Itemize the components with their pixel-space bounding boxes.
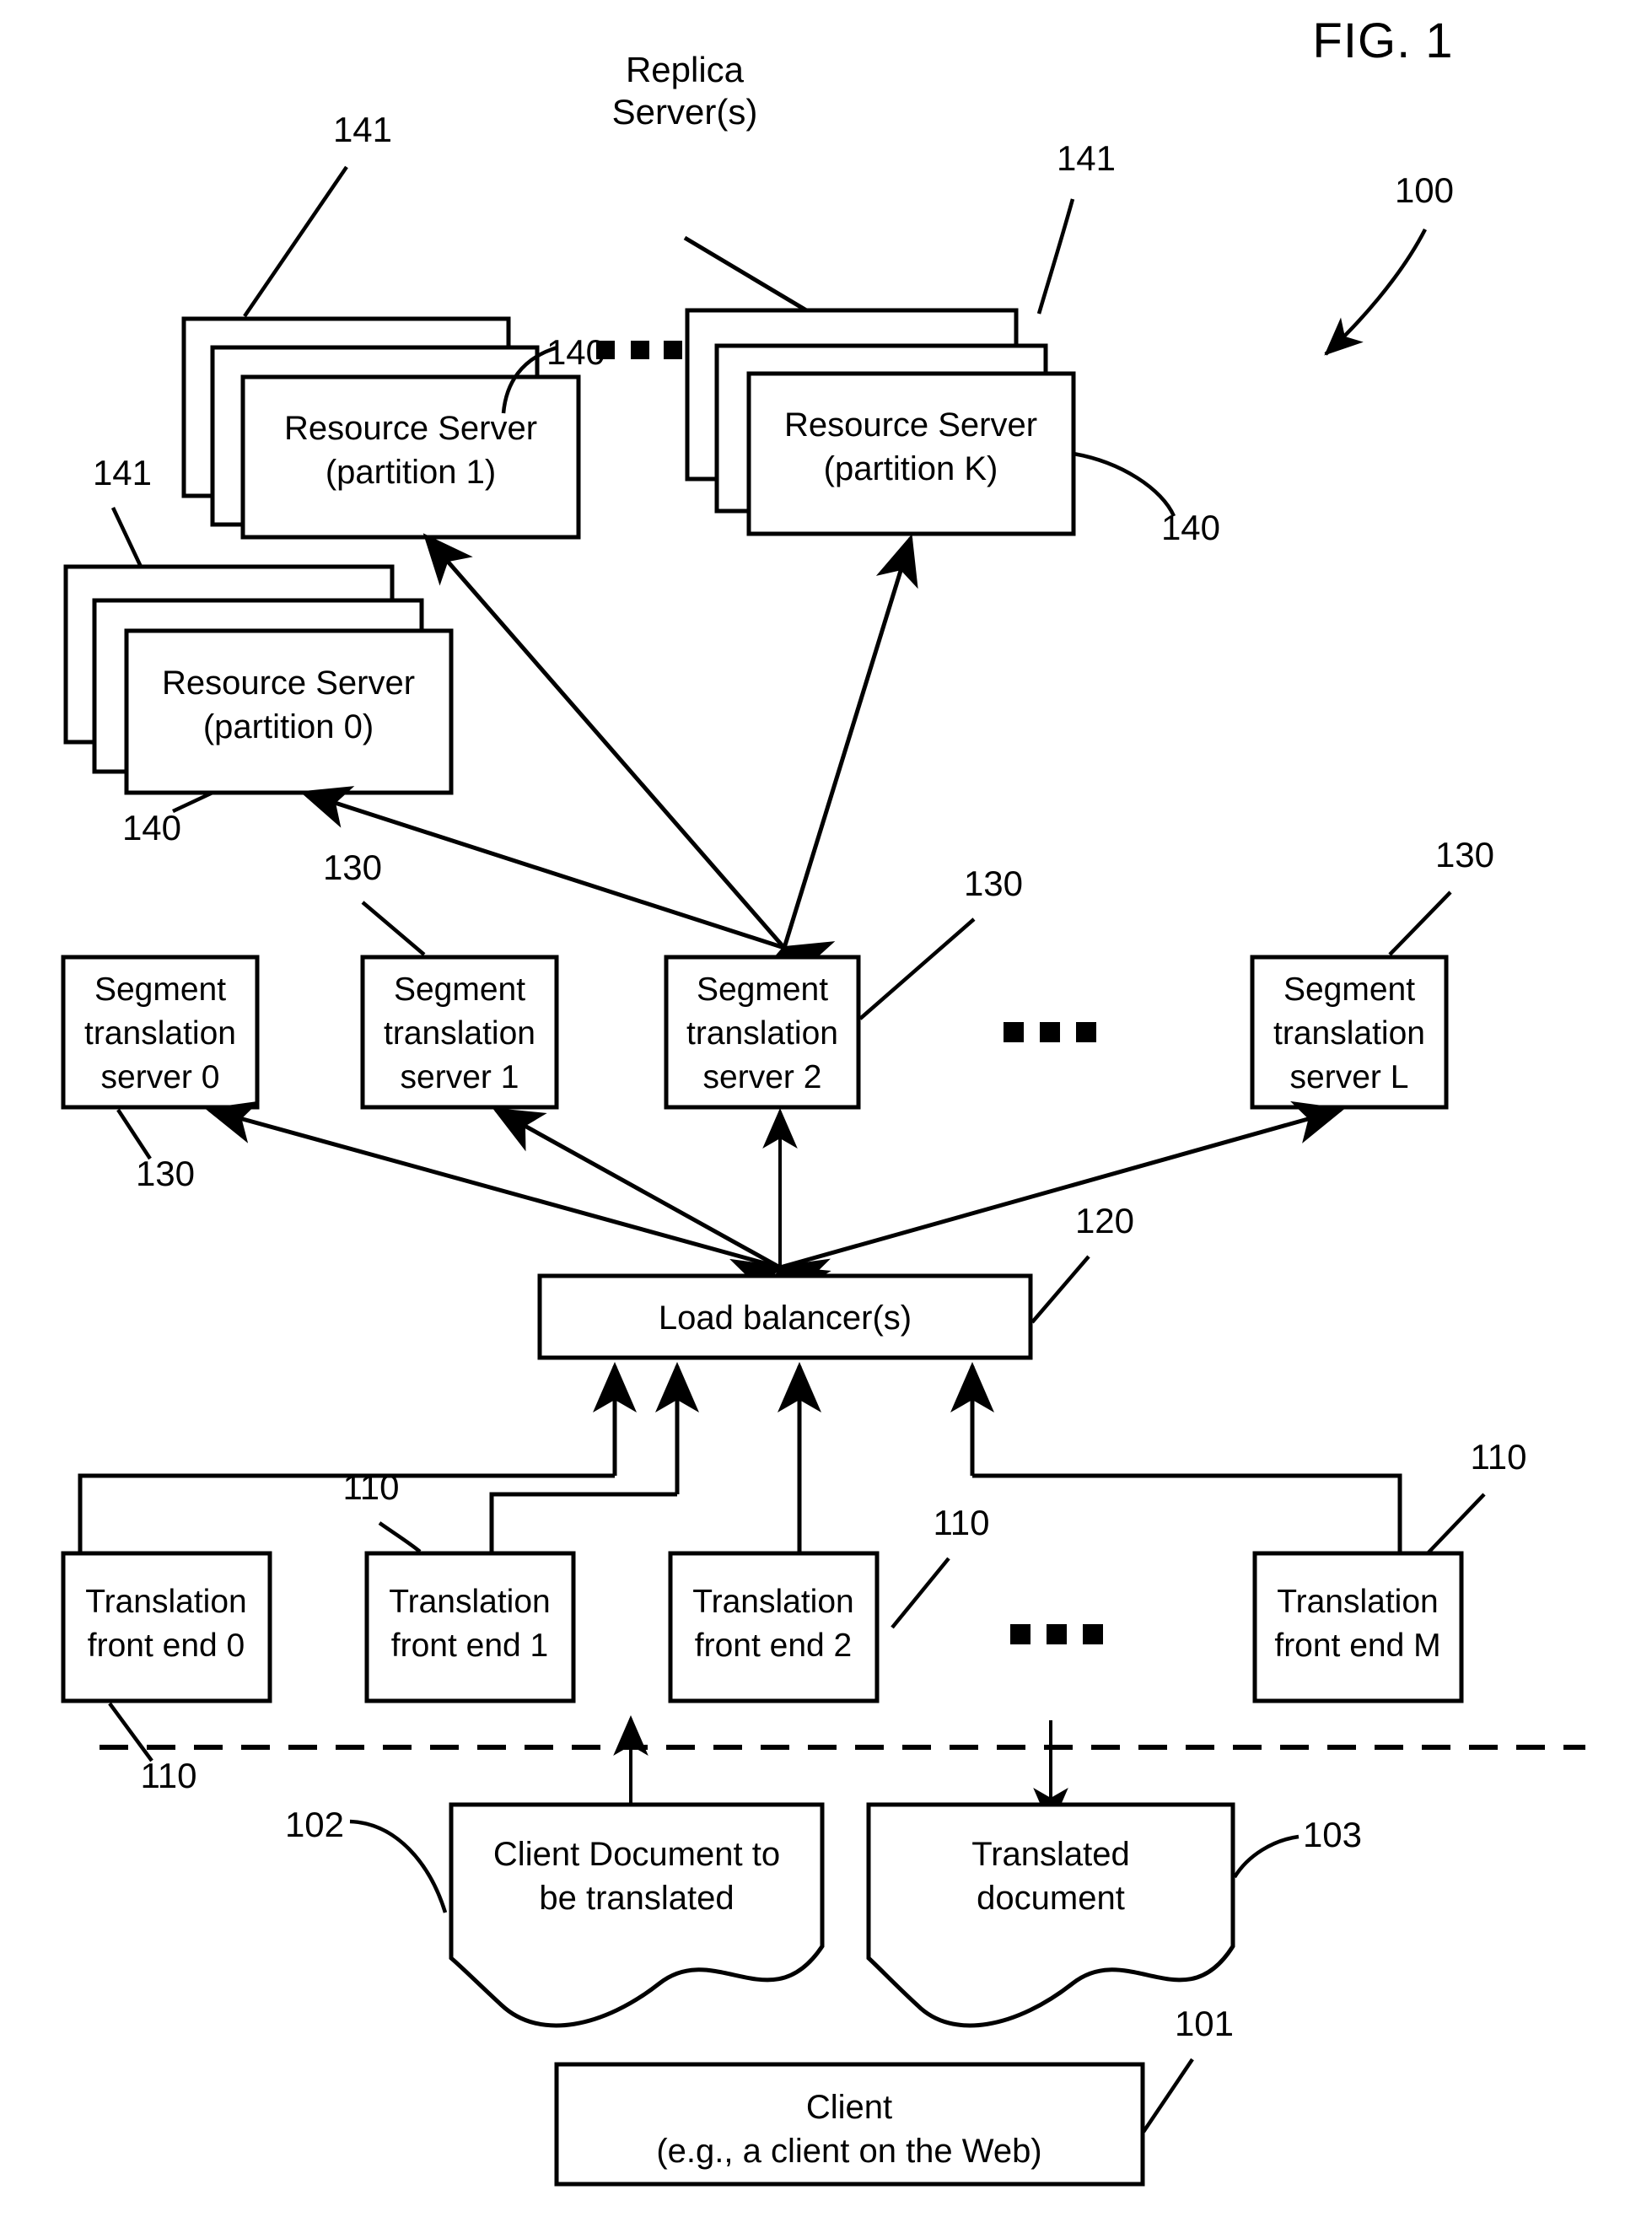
translation-front-end-0-ref-110: 110 bbox=[141, 1756, 197, 1795]
resource-server-p0-ref-141: 141 bbox=[93, 453, 152, 492]
resource-server-pk-ref-141-leader bbox=[1036, 198, 1075, 315]
client-document-line2: be translated bbox=[539, 1880, 734, 1917]
translation-front-end-1-line2: front end 1 bbox=[391, 1628, 548, 1664]
segment-translation-servers-ellipsis bbox=[1004, 1022, 1096, 1042]
client-document-line1: Client Document to bbox=[493, 1836, 780, 1873]
client-label-line1: Client bbox=[806, 2089, 892, 2126]
segment-translation-server-L-line2: translation bbox=[1273, 1015, 1425, 1052]
client-document-ref-leader bbox=[349, 1819, 448, 1913]
load-balancer-label: Load balancer(s) bbox=[659, 1299, 912, 1337]
resource-server-p0-label-line2: (partition 0) bbox=[203, 708, 374, 745]
resource-server-p1-ref-141-leader bbox=[243, 165, 348, 318]
translation-front-end-2-line1: Translation bbox=[692, 1584, 853, 1620]
load-balancer-ref-120: 120 bbox=[1075, 1201, 1134, 1240]
translated-document-ref-leader bbox=[1233, 1834, 1300, 1879]
resource-server-pk-ref-141: 141 bbox=[1057, 138, 1116, 178]
patent-figure-1: FIG. 1 Replica Server(s) 100 Resource Se… bbox=[0, 0, 1652, 2233]
resource-server-p0-ref-140-leader bbox=[172, 790, 213, 814]
translation-front-end-M-ref-110: 110 bbox=[1471, 1437, 1527, 1477]
replica-servers-label-line1: Replica bbox=[626, 50, 745, 89]
segment-translation-server-L-ref-130: 130 bbox=[1435, 835, 1494, 874]
translation-front-end-M-ref-leader bbox=[1426, 1493, 1486, 1555]
translation-front-ends-ellipsis bbox=[1010, 1624, 1103, 1644]
segment-translation-server-0-line2: translation bbox=[84, 1015, 236, 1052]
system-ref-100: 100 bbox=[1395, 170, 1454, 210]
segment-translation-server-1-ref-130: 130 bbox=[323, 847, 382, 887]
resource-server-p0-ref-141-leader bbox=[110, 507, 143, 568]
link-lb-to-sts0 bbox=[205, 1100, 831, 1301]
route-fe1 bbox=[489, 1492, 677, 1553]
resource-server-p0-label-line1: Resource Server bbox=[162, 665, 415, 702]
link-lb-to-stsL bbox=[729, 1100, 1345, 1301]
translation-front-end-M-line2: front end M bbox=[1274, 1628, 1440, 1664]
translation-front-end-2-ref-leader bbox=[891, 1557, 950, 1629]
segment-translation-server-0-ref-leader bbox=[116, 1108, 152, 1160]
resource-server-pk-ref-140-leader bbox=[1073, 451, 1176, 517]
segment-translation-server-1-line2: translation bbox=[384, 1015, 535, 1052]
translation-front-end-1-line1: Translation bbox=[389, 1584, 550, 1620]
segment-translation-server-1-ref-leader bbox=[361, 901, 426, 956]
translated-document-line1: Translated bbox=[971, 1836, 1130, 1873]
translation-front-end-0-line1: Translation bbox=[85, 1584, 246, 1620]
segment-translation-server-1-line3: server 1 bbox=[401, 1059, 519, 1095]
segment-translation-server-0-line1: Segment bbox=[94, 971, 226, 1008]
resource-server-p1-label-line2: (partition 1) bbox=[326, 454, 496, 491]
route-feM bbox=[972, 1473, 1402, 1553]
translation-front-end-2-line2: front end 2 bbox=[695, 1628, 852, 1664]
segment-translation-server-L-line1: Segment bbox=[1283, 971, 1415, 1008]
segment-translation-server-2-ref-leader bbox=[858, 917, 976, 1020]
translation-front-end-2-ref-110: 110 bbox=[934, 1503, 990, 1542]
figure-title: FIG. 1 bbox=[1312, 13, 1453, 68]
segment-translation-server-2-line2: translation bbox=[686, 1015, 838, 1052]
resource-server-p1-ref-141: 141 bbox=[333, 110, 392, 149]
segment-translation-server-0-line3: server 0 bbox=[101, 1059, 220, 1095]
translation-front-end-1-ref-110: 110 bbox=[343, 1467, 400, 1507]
translated-document-ref-103: 103 bbox=[1303, 1815, 1362, 1854]
translation-front-end-M-line1: Translation bbox=[1277, 1584, 1438, 1620]
translation-front-end-1-ref-leader bbox=[378, 1521, 422, 1553]
system-ref-100-leader bbox=[1324, 228, 1427, 356]
resource-server-p1-label-line1: Resource Server bbox=[284, 410, 537, 447]
resource-servers-ellipsis bbox=[596, 341, 682, 359]
resource-server-pk-label-line1: Resource Server bbox=[784, 406, 1037, 444]
load-balancer-ref-leader bbox=[1030, 1255, 1090, 1324]
resource-server-pk-label-line2: (partition K) bbox=[824, 450, 998, 487]
segment-translation-server-0-ref-130: 130 bbox=[136, 1154, 195, 1193]
segment-translation-server-2-ref-130: 130 bbox=[964, 864, 1023, 903]
segment-translation-server-2-line3: server 2 bbox=[703, 1059, 822, 1095]
translation-front-end-0-ref-leader bbox=[108, 1702, 153, 1762]
link-sts2-to-resource-p1 bbox=[422, 533, 831, 998]
client-ref-101: 101 bbox=[1175, 2004, 1234, 2043]
figure-canvas: FIG. 1 Replica Server(s) 100 Resource Se… bbox=[61, 13, 1585, 2187]
segment-translation-server-L-ref-leader bbox=[1388, 891, 1452, 956]
link-sts2-to-resource-pk bbox=[749, 534, 918, 999]
client-ref-leader bbox=[1142, 2058, 1194, 2133]
resource-server-pk-ref-140: 140 bbox=[1161, 508, 1220, 547]
translation-front-end-0-line2: front end 0 bbox=[88, 1628, 245, 1664]
segment-translation-server-L-line3: server L bbox=[1290, 1059, 1409, 1095]
replica-servers-label-line2: Server(s) bbox=[612, 92, 758, 132]
segment-translation-server-1-line1: Segment bbox=[394, 971, 525, 1008]
translated-document-line2: document bbox=[977, 1880, 1125, 1917]
segment-translation-server-2-line1: Segment bbox=[697, 971, 828, 1008]
link-lb-to-sts1 bbox=[492, 1107, 831, 1310]
client-document-ref-102: 102 bbox=[285, 1805, 344, 1844]
client-label-line2: (e.g., a client on the Web) bbox=[656, 2133, 1041, 2170]
resource-server-p0-ref-140: 140 bbox=[122, 808, 181, 847]
